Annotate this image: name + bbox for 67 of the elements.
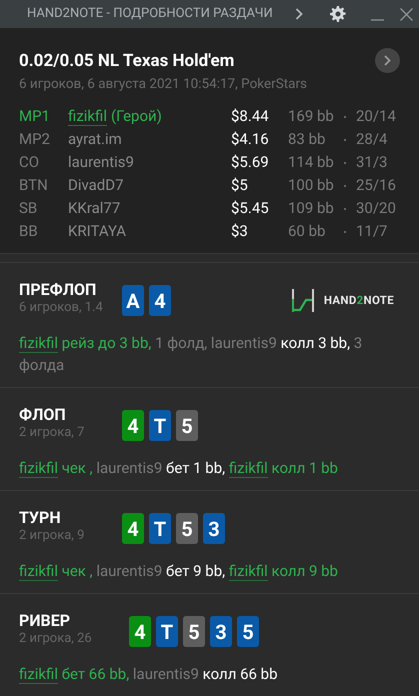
street-name: РИВЕР: [19, 611, 72, 630]
stack-amount: $3: [231, 221, 249, 242]
position-label: BB: [19, 221, 39, 242]
player-link[interactable]: fizikfil: [19, 562, 58, 581]
street-name: ПРЕФЛОП: [19, 280, 98, 299]
position-label: CO: [19, 152, 40, 174]
card: T: [149, 410, 171, 441]
position-label: BTN: [19, 175, 49, 196]
position-label: SB: [19, 198, 38, 220]
action-line: fizikfil чек , laurentis9 бет 1 bb, fizikfil колл 1 bb: [19, 458, 339, 479]
stack-bb: 60 bb: [288, 221, 326, 242]
stack-bb: 169 bb: [288, 106, 335, 128]
logo-text: HAND2NOTE: [324, 292, 394, 309]
player-stats: 31/3: [356, 152, 388, 174]
hand-subtitle: 6 игроков, 6 августа 2021 10:54:17, PokerStars: [19, 75, 308, 93]
player-stats: 11/7: [356, 221, 388, 242]
window-title: HAND2NOTE - ПОДРОБНОСТИ РАЗДАЧИ: [27, 5, 273, 24]
stack-bb: 114 bb: [288, 152, 335, 174]
card: 5: [237, 616, 259, 647]
action-line: fizikfil бет 66 bb, laurentis9 колл 66 bb: [19, 664, 279, 685]
street-info: 2 игрока, 7: [19, 424, 86, 441]
card: 4: [122, 410, 144, 441]
street-info: 2 игрока, 9: [19, 527, 86, 544]
card: 5: [176, 513, 198, 544]
card: 4: [129, 616, 151, 647]
player-link[interactable]: fizikfil: [19, 334, 58, 353]
street-info: 2 игрока, 26: [19, 630, 93, 647]
card: 3: [203, 513, 225, 544]
hero-label: (Герой): [110, 106, 162, 128]
stack-bb: 100 bb: [288, 175, 335, 196]
card: 5: [183, 616, 205, 647]
stack-bb: 109 bb: [288, 198, 335, 220]
player-name: ayrat.im: [68, 129, 122, 150]
action-line: fizikfil рейз до 3 bb, 1 фолд, laurentis9 колл 3 bb, 3 фолда: [19, 333, 364, 376]
stack-amount: $8.44: [231, 106, 270, 128]
card: 3: [210, 616, 232, 647]
street-name: ФЛОП: [19, 405, 67, 424]
action-line: fizikfil чек , laurentis9 бет 9 bb, fizikfil колл 9 bb: [19, 561, 339, 582]
player-name: KRITAYA: [68, 221, 126, 242]
player-link[interactable]: fizikfil: [228, 459, 268, 478]
card: A: [122, 285, 144, 316]
player-link[interactable]: fizikfil: [228, 562, 268, 581]
player-stats: 25/16: [356, 175, 396, 196]
street-name: ТУРН: [19, 508, 62, 527]
stack-bb: 83 bb: [288, 129, 326, 150]
card: T: [156, 616, 178, 647]
player-stats: 28/4: [356, 129, 388, 150]
stack-amount: $4.16: [231, 129, 270, 150]
stack-amount: $5: [231, 175, 249, 196]
card: T: [149, 513, 171, 544]
player-link[interactable]: fizikfil: [19, 665, 58, 684]
player-name: KKral77: [68, 198, 120, 220]
card: 4: [122, 513, 144, 544]
card: 4: [149, 285, 171, 316]
player-stats: 30/20: [356, 198, 396, 220]
player-link[interactable]: fizikfil: [68, 108, 107, 126]
stack-amount: $5.45: [231, 198, 270, 220]
player-stats: 20/14: [356, 106, 396, 128]
player-name: laurentis9: [68, 152, 134, 174]
player-name: DivadD7: [68, 175, 124, 196]
position-label: MP1: [19, 106, 51, 128]
card: 5: [176, 410, 198, 441]
player-link[interactable]: fizikfil: [19, 459, 58, 478]
position-label: MP2: [19, 129, 51, 150]
street-info: 6 игроков, 1.4: [19, 299, 104, 316]
hand-title: 0.02/0.05 NL Texas Hold'em: [19, 50, 234, 72]
stack-amount: $5.69: [231, 152, 270, 174]
